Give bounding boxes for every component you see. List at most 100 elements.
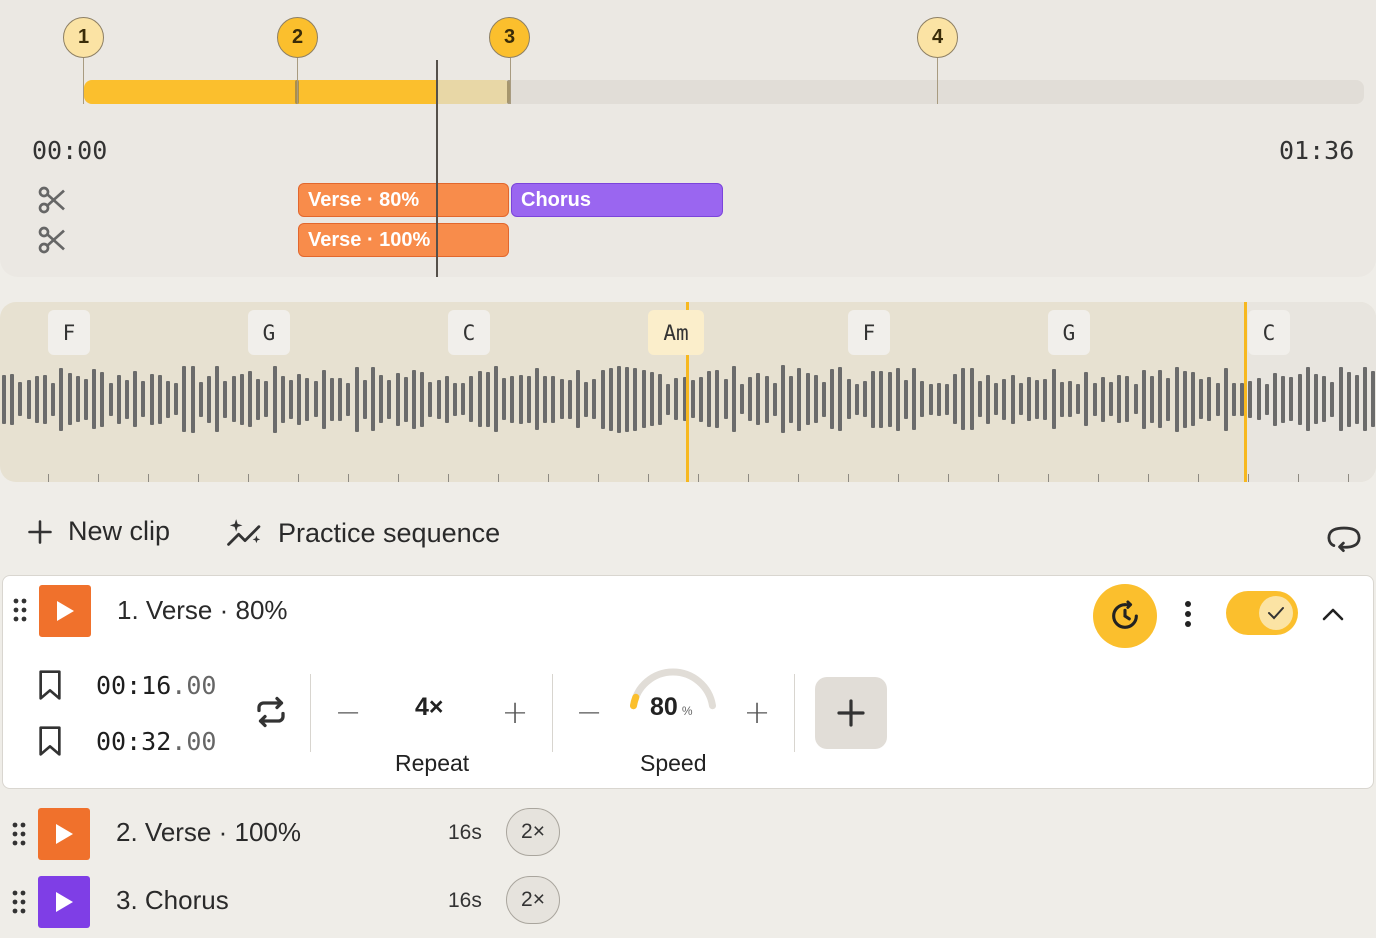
repeat-value: 4×: [415, 693, 444, 721]
waveform-bar: [387, 379, 392, 419]
waveform-bar: [584, 381, 589, 417]
waveform-bar: [1035, 379, 1040, 419]
playhead[interactable]: [436, 60, 438, 277]
add-control-button[interactable]: [815, 677, 887, 749]
waveform-bar: [625, 366, 630, 432]
waveform-bar: [592, 379, 597, 419]
waveform-bar: [1207, 377, 1212, 421]
waveform-bar: [92, 369, 97, 429]
play-clip-button[interactable]: [38, 876, 90, 928]
play-clip-button[interactable]: [39, 585, 91, 637]
repeat-increment-button[interactable]: +: [495, 692, 535, 732]
clip-title[interactable]: 3. Chorus: [116, 885, 229, 916]
new-clip-button[interactable]: New clip: [26, 516, 170, 547]
waveform-bar: [1174, 366, 1179, 432]
waveform-bar: [920, 381, 925, 417]
end-time-main: 00:32: [96, 727, 172, 756]
marker-1[interactable]: 1: [63, 17, 104, 58]
waveform-tick: [698, 474, 699, 482]
loop-icon: [1327, 526, 1361, 553]
loop-end-line[interactable]: [1244, 302, 1247, 482]
waveform-bar: [346, 382, 351, 416]
waveform-tick: [348, 474, 349, 482]
bookmark-icon[interactable]: [36, 669, 64, 701]
waveform-bar: [854, 383, 859, 415]
waveform-bar: [1363, 367, 1368, 431]
waveform-bar: [1297, 373, 1302, 425]
waveform-panel[interactable]: F G C Am F G C: [0, 302, 1376, 482]
waveform-bar: [641, 370, 646, 428]
repeat-chip[interactable]: 2×: [506, 808, 560, 856]
clip-enabled-toggle[interactable]: [1226, 591, 1298, 635]
waveform-bar: [461, 383, 466, 415]
waveform-tick: [48, 474, 49, 482]
waveform-bar: [838, 367, 843, 431]
countdown-timer-button[interactable]: [1093, 584, 1157, 648]
drag-handle-icon[interactable]: [12, 822, 26, 846]
waveform-bar: [1150, 375, 1154, 423]
waveform-bar: [756, 373, 761, 425]
more-options-button[interactable]: [1173, 596, 1203, 632]
waveform-bar: [559, 379, 564, 419]
clip-title[interactable]: 1. Verse · 80%: [117, 595, 288, 626]
speed-increment-button[interactable]: +: [737, 692, 777, 732]
collapse-button[interactable]: [1315, 596, 1351, 632]
waveform-bar: [395, 372, 400, 426]
drag-handle-icon[interactable]: [12, 890, 26, 914]
waveform-tick: [1198, 474, 1199, 482]
waveform-bar: [1010, 374, 1015, 424]
waveform-bar: [1027, 377, 1031, 421]
clip-tag-verse-100[interactable]: Verse · 100%: [298, 223, 509, 257]
waveform-tick: [398, 474, 399, 482]
waveform-bar: [1051, 369, 1056, 429]
waveform-bar: [1215, 382, 1220, 416]
waveform-bar: [1191, 372, 1195, 426]
waveform-bar: [1346, 371, 1351, 427]
waveform-bar: [813, 375, 818, 423]
waveform-bar: [707, 371, 712, 427]
waveform-bar: [879, 370, 884, 428]
waveform-bar: [485, 371, 490, 427]
repeat-icon[interactable]: [253, 694, 289, 730]
speed-decrement-button[interactable]: −: [569, 692, 609, 732]
bookmark-icon[interactable]: [36, 725, 64, 757]
scissors-icon[interactable]: [36, 184, 68, 216]
marker-stem: [83, 58, 84, 104]
scissors-icon[interactable]: [36, 224, 68, 256]
marker-2[interactable]: 2: [277, 17, 318, 58]
waveform-bar: [1043, 378, 1048, 420]
loop-button[interactable]: [1324, 520, 1364, 556]
waveform-bar: [166, 380, 170, 418]
clip-start-time[interactable]: 00:16.00: [96, 671, 216, 700]
repeat-decrement-button[interactable]: −: [328, 692, 368, 732]
clip-end-time[interactable]: 00:32.00: [96, 727, 216, 756]
waveform-bar: [690, 380, 695, 418]
waveform-tick: [1148, 474, 1149, 482]
start-time-fraction: .00: [171, 671, 217, 700]
waveform-bar: [781, 365, 785, 433]
marker-stem: [297, 58, 298, 104]
waveform-tick: [648, 474, 649, 482]
clip-tag-chorus[interactable]: Chorus: [511, 183, 723, 217]
play-clip-button[interactable]: [38, 808, 90, 860]
marker-4[interactable]: 4: [917, 17, 958, 58]
practice-sequence-button[interactable]: Practice sequence: [226, 516, 500, 550]
waveform-tick: [298, 474, 299, 482]
waveform-bar: [75, 376, 80, 422]
waveform-bar: [67, 373, 72, 425]
waveform-bar: [1223, 367, 1228, 431]
waveform-tick: [548, 474, 549, 482]
clip-title[interactable]: 2. Verse · 100%: [116, 817, 301, 848]
waveform-bar: [412, 369, 416, 429]
waveform-bar: [116, 374, 121, 424]
waveform-bar: [567, 379, 572, 419]
drag-handle-icon[interactable]: [13, 598, 27, 622]
plus-icon: [837, 699, 865, 727]
chord-label: F: [48, 310, 90, 355]
clip-tag-verse-80[interactable]: Verse · 80%: [298, 183, 509, 217]
marker-3[interactable]: 3: [489, 17, 530, 58]
start-time: 00:00: [32, 136, 108, 165]
repeat-chip[interactable]: 2×: [506, 876, 560, 924]
waveform-bar: [1059, 381, 1064, 417]
waveform-bar: [1158, 370, 1163, 428]
